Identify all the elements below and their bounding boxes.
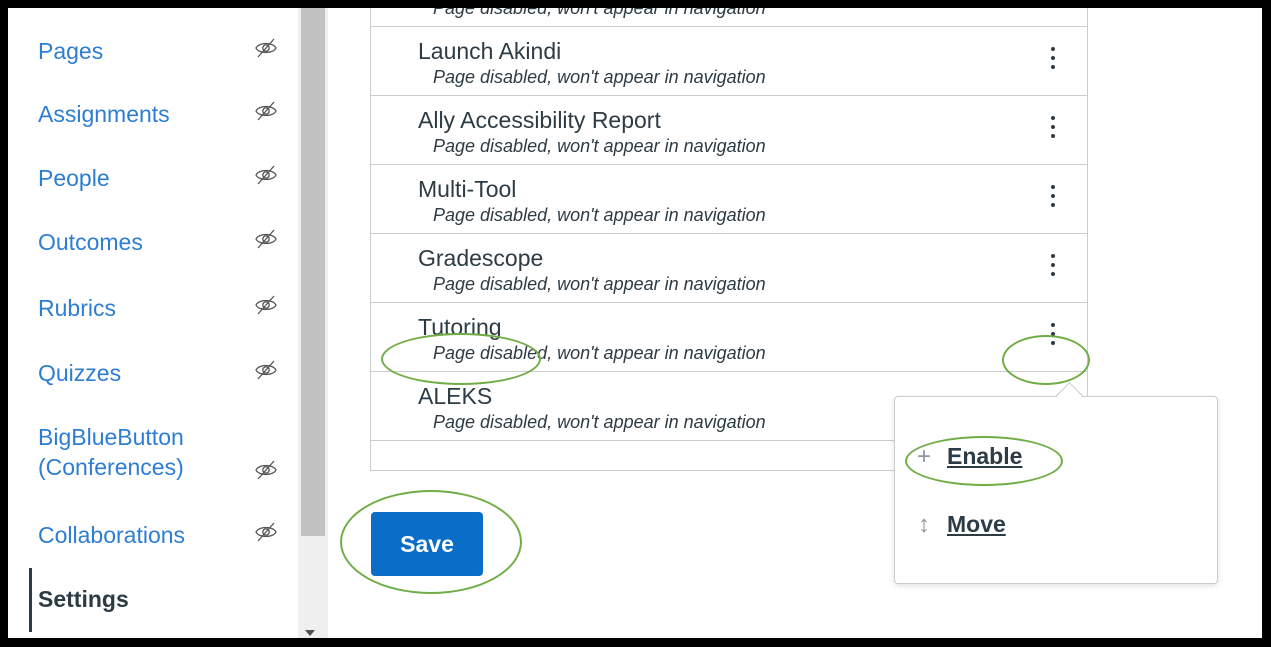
eye-slash-icon [254,163,278,187]
eye-slash-icon [254,520,278,544]
sidebar-item-pages[interactable]: Pages [38,36,278,66]
sidebar-item-quizzes[interactable]: Quizzes [38,358,278,388]
kebab-menu-icon[interactable] [1043,181,1063,211]
sidebar-item-people[interactable]: People [38,163,278,193]
item-status: Page disabled, won't appear in navigatio… [433,343,766,363]
kebab-menu-icon[interactable] [1043,43,1063,73]
sidebar-item-label: BigBlueButton [38,424,184,450]
sidebar-item-label: (Conferences) [38,454,184,480]
enable-menu-item[interactable]: + Enable [913,443,1022,471]
screenshot-frame: Pages Assignments People Outcomes Rubric… [8,8,1262,638]
move-menu-item[interactable]: ↕ Move [913,511,1006,539]
kebab-menu-icon[interactable] [1043,250,1063,280]
list-item[interactable]: Tutoring Page disabled, won't appear in … [371,303,1087,372]
active-item-marker [29,568,32,632]
item-status: Page disabled, won't appear in navigatio… [433,205,766,225]
enable-label: Enable [947,443,1023,469]
sidebar-item-label: Rubrics [38,295,116,321]
item-status: Page disabled, won't appear in navigatio… [433,8,766,18]
item-options-menu: + Enable ↕ Move [894,396,1218,584]
sidebar-item-label: Collaborations [38,522,186,548]
item-title: ALEKS [418,383,493,409]
item-status: Page disabled, won't appear in navigatio… [433,136,766,156]
sidebar-item-label: Settings [38,586,129,612]
list-item[interactable]: Multi-Tool Page disabled, won't appear i… [371,165,1087,234]
sidebar-item-label: Quizzes [38,360,122,386]
sidebar-item-assignments[interactable]: Assignments [38,99,278,129]
item-status: Page disabled, won't appear in navigatio… [433,412,766,432]
item-status: Page disabled, won't appear in navigatio… [433,274,766,294]
sidebar-item-rubrics[interactable]: Rubrics [38,293,278,323]
sidebar-item-label: Outcomes [38,229,143,255]
item-title: Launch Akindi [418,38,562,64]
move-label: Move [947,511,1006,537]
eye-slash-icon [254,227,278,251]
sidebar-item-label: Assignments [38,101,170,127]
item-status: Page disabled, won't appear in navigatio… [433,67,766,87]
list-item[interactable]: Gradescope Page disabled, won't appear i… [371,234,1087,303]
item-title: Multi-Tool [418,176,517,202]
item-title: Gradescope [418,245,544,271]
eye-slash-icon [254,458,278,482]
course-navigation: Pages Assignments People Outcomes Rubric… [8,8,298,638]
eye-slash-icon [254,293,278,317]
kebab-menu-icon[interactable] [1043,112,1063,142]
item-title: Ally Accessibility Report [418,107,661,133]
eye-slash-icon [254,36,278,60]
sidebar-item-collaborations[interactable]: Collaborations [38,520,278,550]
list-item[interactable]: Launch Akindi Page disabled, won't appea… [371,27,1087,96]
list-item[interactable]: Page disabled, won't appear in navigatio… [371,8,1087,27]
sidebar-item-settings[interactable]: Settings [38,584,278,614]
item-title: Tutoring [418,314,502,340]
move-arrows-icon: ↕ [918,511,930,538]
sidebar-item-label: People [38,165,110,191]
scrollbar-thumb[interactable] [301,8,325,536]
eye-slash-icon [254,99,278,123]
sidebar-item-bigbluebutton[interactable]: BigBlueButton (Conferences) [38,422,278,482]
plus-icon: + [916,443,931,470]
kebab-menu-icon[interactable] [1043,319,1063,349]
sidebar-item-label: Pages [38,38,104,64]
eye-slash-icon [254,358,278,382]
save-button[interactable]: Save [371,512,483,576]
list-item[interactable]: Ally Accessibility Report Page disabled,… [371,96,1087,165]
sidebar-item-outcomes[interactable]: Outcomes [38,227,278,257]
scroll-down-arrow-icon[interactable] [305,630,315,636]
